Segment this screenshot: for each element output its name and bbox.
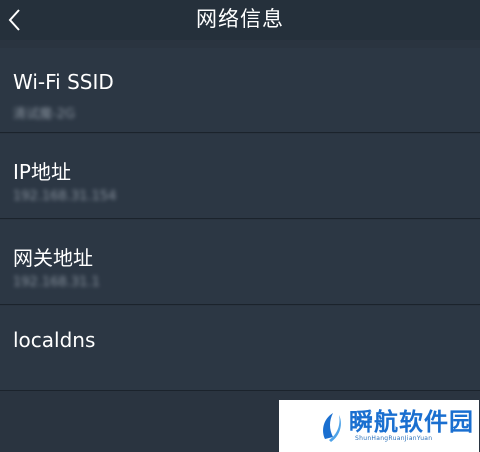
watermark-logo-icon xyxy=(323,413,341,442)
watermark: 瞬航软件园 ShunHangRuanJianYuan xyxy=(279,400,479,452)
info-row-wifi-ssid[interactable]: Wi-Fi SSID 清试魔-2G xyxy=(0,48,480,133)
row-value: 192.168.31.154 xyxy=(13,189,117,204)
page-title: 网络信息 xyxy=(196,7,284,31)
watermark-pinyin: ShunHangRuanJianYuan xyxy=(355,435,433,442)
row-label: IP地址 xyxy=(13,160,71,184)
info-row-gateway-address[interactable]: 网关地址 192.168.31.1 xyxy=(0,220,480,305)
info-row-localdns[interactable]: localdns xyxy=(0,306,480,391)
row-label: 网关地址 xyxy=(13,246,93,270)
navbar: 网络信息 xyxy=(0,0,480,40)
row-label: Wi-Fi SSID xyxy=(13,70,114,94)
row-label: localdns xyxy=(13,328,96,352)
row-value: 192.168.31.1 xyxy=(13,275,100,290)
info-row-ip-address[interactable]: IP地址 192.168.31.154 xyxy=(0,134,480,219)
watermark-name: 瞬航软件园 xyxy=(349,408,474,436)
row-value: 清试魔-2G xyxy=(13,107,76,122)
